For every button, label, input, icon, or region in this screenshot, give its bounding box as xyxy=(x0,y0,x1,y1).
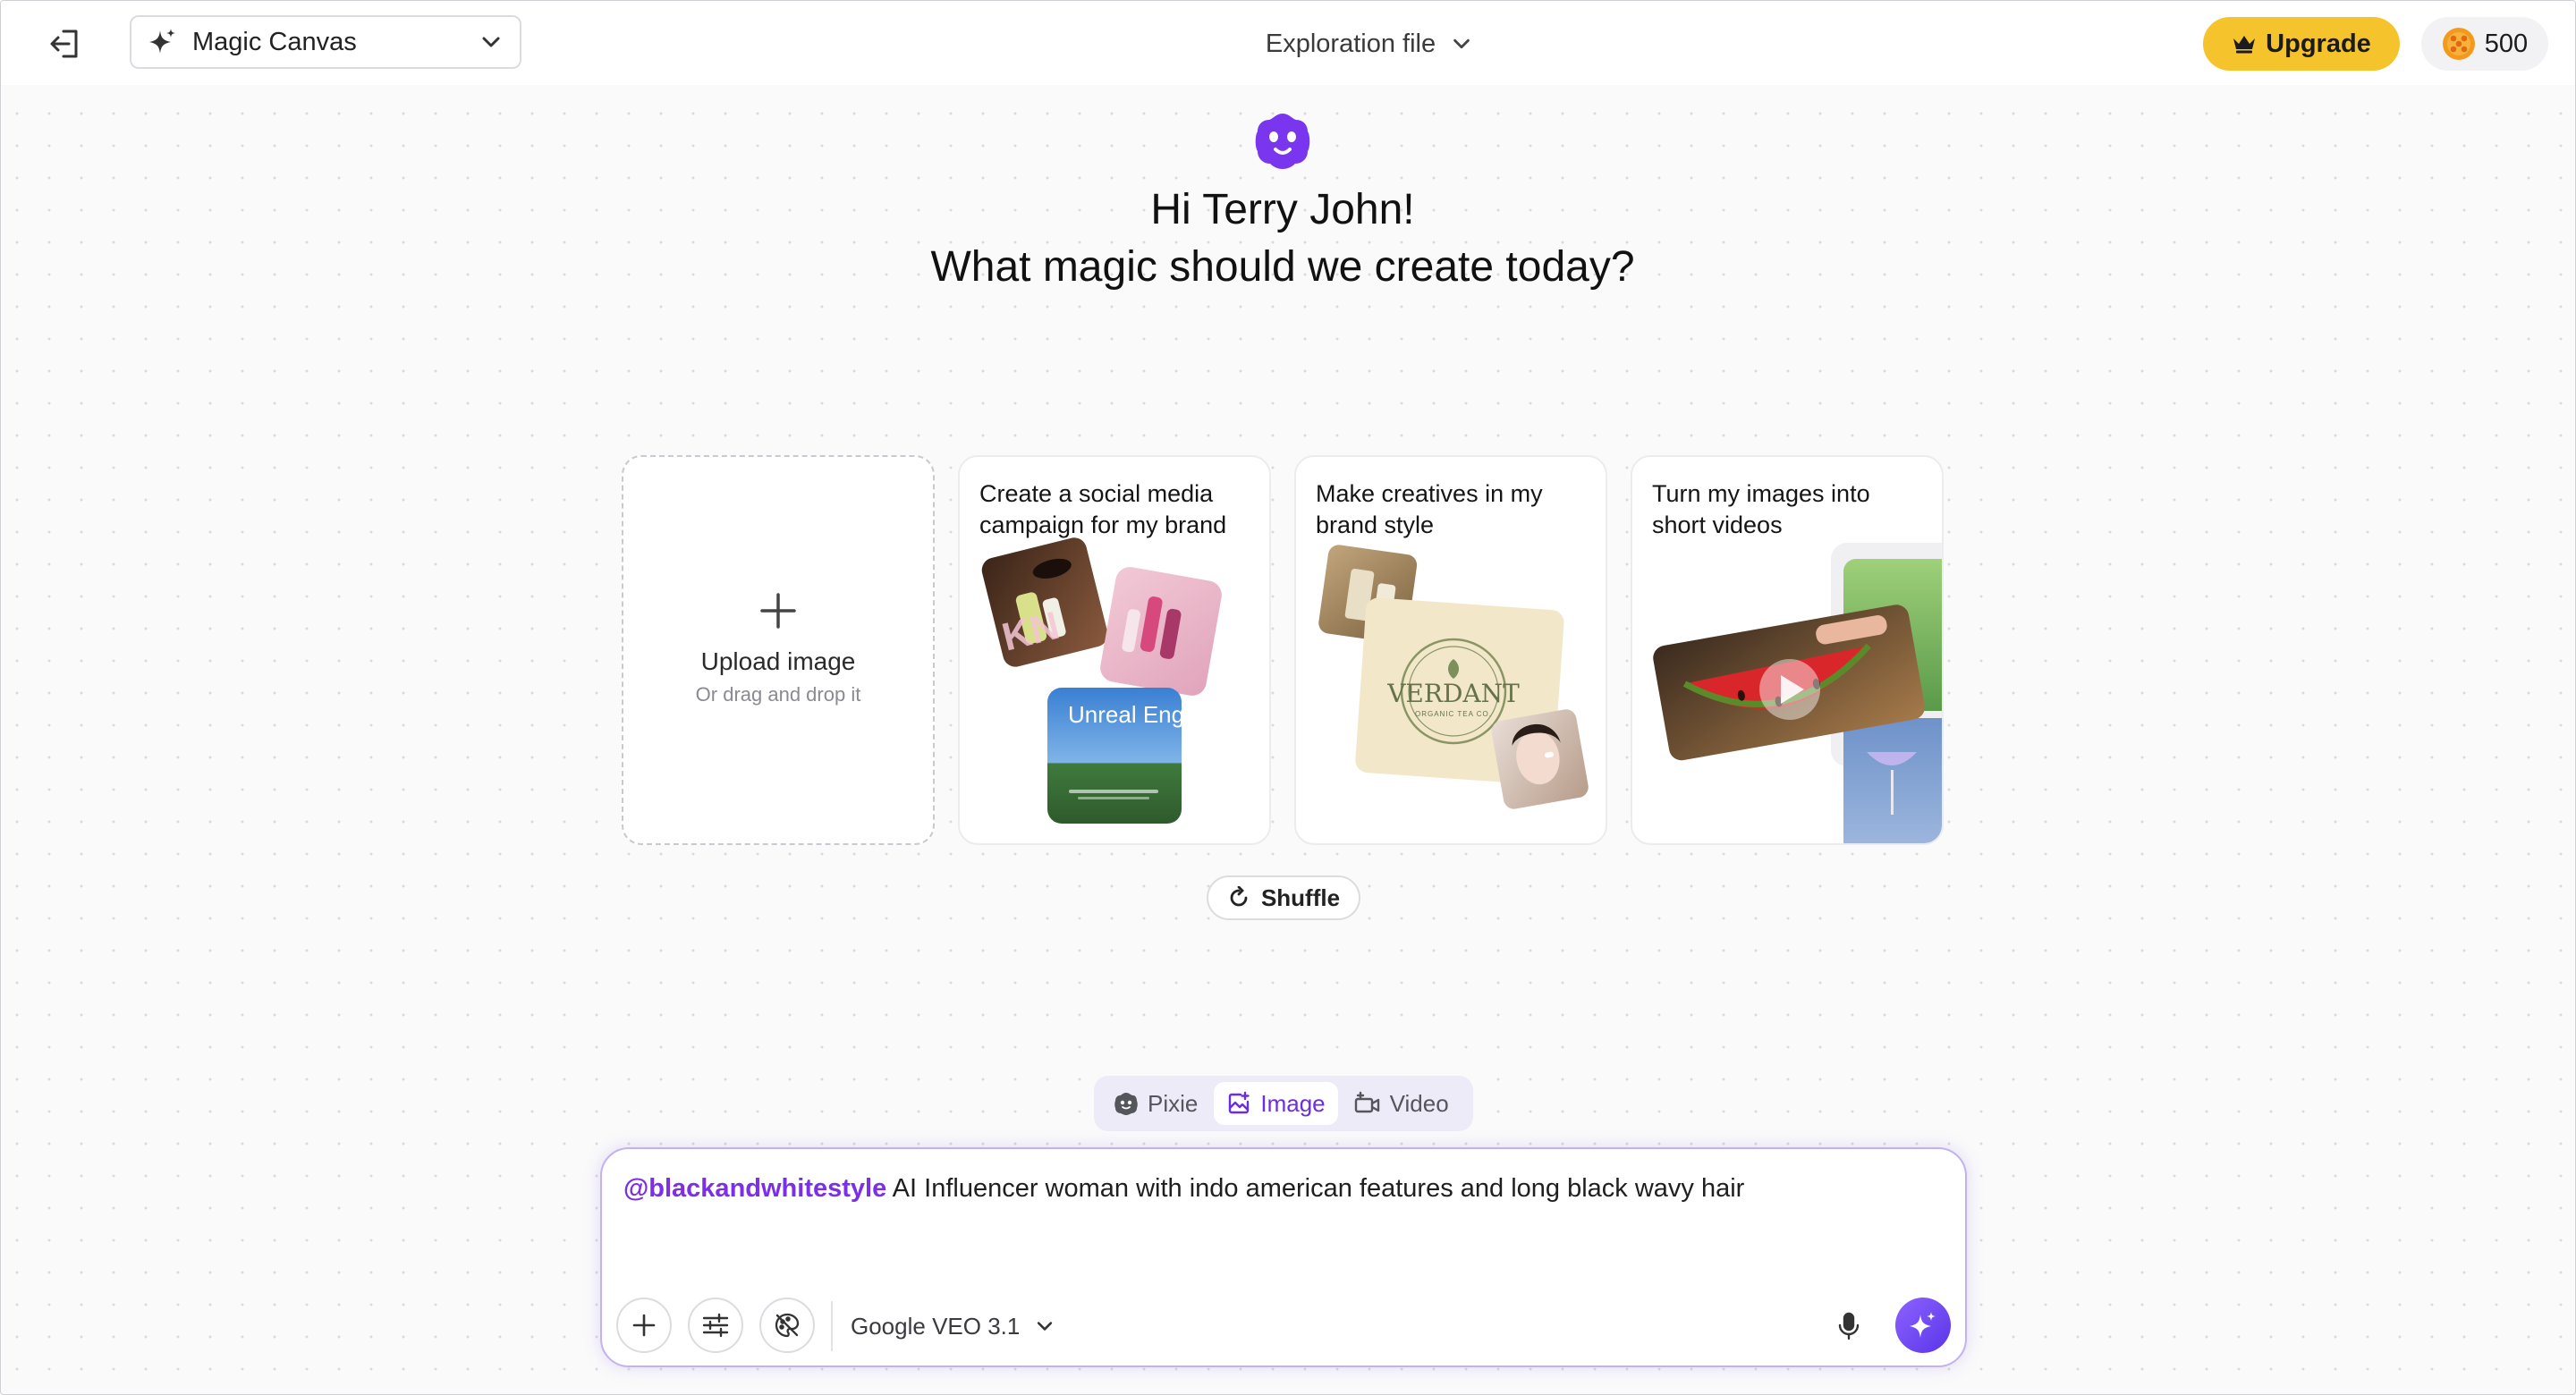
credits-count: 500 xyxy=(2484,29,2529,58)
app-window: Magic Canvas Exploration file Upgrade 50… xyxy=(0,0,2576,1395)
plus-icon xyxy=(632,1314,656,1337)
model-selector[interactable]: Google VEO 3.1 xyxy=(851,1303,1055,1349)
card-image-text: Unreal Engine xyxy=(1068,701,1216,728)
plus-icon xyxy=(760,593,796,629)
sparkle-icon xyxy=(149,29,175,54)
upload-image-card[interactable]: Upload image Or drag and drop it xyxy=(622,455,935,845)
credits-badge: 500 xyxy=(2421,17,2548,71)
campaign-collage-image: KN Unreal Engine xyxy=(981,537,1222,824)
greeting-line-2: What magic should we create today? xyxy=(930,243,1635,291)
coin-icon xyxy=(2442,28,2475,60)
style-mention[interactable]: @blackandwhitestyle xyxy=(623,1174,886,1203)
prompt-box: @blackandwhitestyle AI Influencer woman … xyxy=(600,1147,1967,1367)
model-label: Google VEO 3.1 xyxy=(851,1312,1021,1340)
top-bar: Magic Canvas Exploration file Upgrade 50… xyxy=(1,1,2575,85)
upgrade-label: Upgrade xyxy=(2266,29,2371,58)
crown-icon xyxy=(2233,36,2256,54)
refresh-icon xyxy=(1230,886,1248,907)
greeting-line-1: Hi Terry John! xyxy=(1150,186,1415,233)
style-off-button[interactable] xyxy=(759,1298,815,1353)
mode-tabs: Pixie Image Video xyxy=(1094,1076,1473,1131)
chevron-down-icon xyxy=(1453,38,1470,49)
file-menu[interactable]: Exploration file xyxy=(1235,21,1504,67)
tab-video[interactable]: Video xyxy=(1342,1082,1462,1125)
tab-video-label: Video xyxy=(1389,1089,1449,1117)
settings-button[interactable] xyxy=(688,1298,743,1353)
tab-image[interactable]: Image xyxy=(1214,1082,1338,1125)
image-icon xyxy=(1229,1091,1250,1114)
sliders-icon xyxy=(702,1313,729,1338)
suggestion-card-social-campaign[interactable]: Create a social media campaign for my br… xyxy=(958,455,1271,845)
suggestion-card-short-videos[interactable]: Turn my images into short videos xyxy=(1631,455,1944,845)
app-selector[interactable]: Magic Canvas xyxy=(130,15,521,69)
video-collage-image xyxy=(1653,543,1942,843)
chevron-down-icon xyxy=(1038,1322,1053,1331)
toolbar-divider xyxy=(831,1301,833,1351)
pixie-mascot-icon xyxy=(1255,114,1310,169)
shuffle-label: Shuffle xyxy=(1260,884,1341,911)
microphone-icon xyxy=(1838,1312,1860,1340)
app-selector-label: Magic Canvas xyxy=(192,27,357,56)
generate-button[interactable] xyxy=(1895,1298,1951,1353)
card-image-text: VERDANT xyxy=(1386,679,1520,708)
pixie-icon xyxy=(1114,1093,1138,1115)
card-image-subtext: ORGANIC TEA CO. xyxy=(1415,710,1492,718)
prompt-text: AI Influencer woman with indo american f… xyxy=(886,1174,1745,1203)
greeting: Hi Terry John! What magic should we crea… xyxy=(752,182,1813,296)
chevron-down-icon xyxy=(482,37,500,47)
tab-image-label: Image xyxy=(1260,1089,1326,1117)
file-name: Exploration file xyxy=(1265,29,1436,58)
video-icon xyxy=(1354,1091,1379,1113)
prompt-input[interactable]: @blackandwhitestyle AI Influencer woman … xyxy=(623,1171,1929,1206)
shuffle-button[interactable]: Shuffle xyxy=(1207,875,1360,920)
palette-off-icon xyxy=(775,1313,800,1338)
add-button[interactable] xyxy=(616,1298,672,1353)
brand-style-image: VERDANT ORGANIC TEA CO. xyxy=(1318,545,1589,809)
sparkle-icon xyxy=(1910,1312,1936,1338)
tab-pixie[interactable]: Pixie xyxy=(1101,1082,1210,1125)
suggestion-card-brand-style[interactable]: Make creatives in my brand style VERDANT… xyxy=(1294,455,1607,845)
upload-label: Upload image xyxy=(700,647,856,675)
exit-button[interactable] xyxy=(40,21,90,67)
mic-button[interactable] xyxy=(1826,1303,1872,1349)
tab-pixie-label: Pixie xyxy=(1148,1089,1199,1117)
upload-sublabel: Or drag and drop it xyxy=(695,683,861,706)
upgrade-button[interactable]: Upgrade xyxy=(2203,17,2400,71)
exit-icon xyxy=(50,30,78,58)
